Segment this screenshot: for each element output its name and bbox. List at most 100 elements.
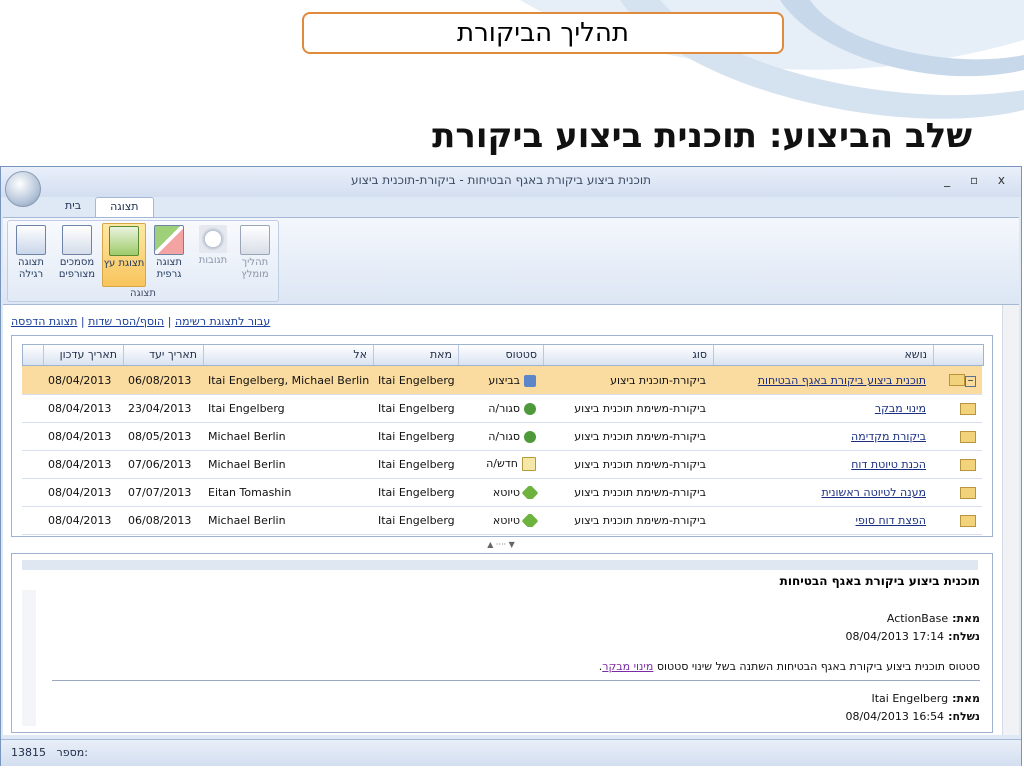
header-subject[interactable]: נושא — [713, 345, 933, 365]
normal-view-button[interactable]: תצוגה רגילה — [10, 223, 52, 285]
view-links: עבור לתצוגת רשימה | הוסף/הסר שדות | תצוג… — [11, 315, 271, 328]
slide-heading: שלב הביצוע: תוכנית ביצוע ביקורת — [432, 116, 972, 156]
row-type: ביקורת-משימת תוכנית ביצוע — [574, 513, 706, 527]
table-row[interactable]: ביקורת מקדימה ביקורת-משימת תוכנית ביצוע … — [22, 422, 982, 451]
preview-title: תוכנית ביצוע ביקורת באגף הבטיחות — [779, 574, 980, 588]
table-row[interactable]: הפצת דוח סופי ביקורת-משימת תוכנית ביצוע … — [22, 506, 982, 535]
table-row[interactable]: הכנת טיוטת דוח ביקורת-משימת תוכנית ביצוע… — [22, 450, 982, 479]
window-title: תוכנית ביצוע ביקורת באגף הבטיחות - ביקור… — [350, 173, 652, 187]
task-envelope-icon — [960, 486, 976, 499]
header-from[interactable]: מאת — [373, 345, 458, 365]
grid-header: נושא סוג סטטוס מאת אל תאריך יעד תאריך עד… — [22, 344, 984, 366]
row-type: ביקורת-משימת תוכנית ביצוע — [574, 457, 706, 471]
process-icon — [240, 225, 270, 255]
app-window: תוכנית ביצוע ביקורת באגף הבטיחות - ביקור… — [0, 166, 1022, 766]
ribbon-group-label: תצוגה — [130, 288, 156, 299]
row-type: ביקורת-משימת תוכנית ביצוע — [574, 485, 706, 499]
row-status: סגור/ה — [457, 402, 542, 415]
header-to[interactable]: אל — [203, 345, 373, 365]
window-controls[interactable]: _ ▫ x — [944, 173, 1013, 187]
draft-pencil-icon — [521, 485, 539, 499]
graph-view-button[interactable]: תצוגה גרפית — [148, 223, 190, 285]
list-view-icon — [16, 225, 46, 255]
row-subject[interactable]: הפצת דוח סופי — [856, 514, 926, 527]
row-status: בביצוע — [457, 374, 542, 387]
task-envelope-icon — [960, 402, 976, 415]
recommended-process-button[interactable]: תהליך מומלץ — [234, 223, 276, 285]
row-due: 07/07/2013 — [128, 485, 192, 499]
title-bar: תוכנית ביצוע ביקורת באגף הבטיחות - ביקור… — [1, 167, 1021, 197]
row-subject[interactable]: מינוי מבקר — [875, 402, 926, 415]
main-scrollbar[interactable] — [1002, 305, 1019, 735]
divider — [52, 680, 980, 681]
status-bar: 13815 מספר: — [1, 739, 1021, 766]
ribbon-tabs: בית תצוגה — [51, 197, 154, 217]
thumbs-up-icon — [524, 374, 536, 387]
row-from: Itai Engelberg — [378, 401, 455, 415]
responses-icon — [199, 225, 227, 253]
collapse-icon[interactable]: − — [965, 376, 976, 387]
row-due: 06/08/2013 — [128, 513, 192, 527]
row-updated: 08/04/2013 — [48, 429, 112, 443]
preview-header-bar — [22, 560, 978, 570]
preview-pane: תוכנית ביצוע ביקורת באגף הבטיחות מאת:Act… — [11, 553, 993, 733]
table-row[interactable]: מענה לטיוטה ראשונית ביקורת-משימת תוכנית … — [22, 478, 982, 507]
ribbon: תצוגה רגילה מסמכים מצורפים תצוגת עץ תצוג… — [3, 217, 1019, 305]
row-from: Itai Engelberg — [378, 373, 455, 387]
closed-icon — [524, 430, 536, 443]
row-from: Itai Engelberg — [378, 429, 455, 443]
row-subject[interactable]: הכנת טיוטת דוח — [851, 458, 926, 471]
task-envelope-icon — [960, 458, 976, 471]
row-due: 08/05/2013 — [128, 429, 192, 443]
row-status: חדש/ה — [457, 457, 542, 471]
pane-splitter[interactable]: ▲ ···· ▼ — [11, 541, 991, 549]
add-remove-fields-link[interactable]: הוסף/הסר שדות — [88, 315, 164, 328]
table-row[interactable]: − תוכנית ביצוע ביקורת באגף הבטיחות ביקור… — [22, 366, 982, 395]
row-updated: 08/04/2013 — [48, 513, 112, 527]
tree-view-button[interactable]: תצוגת עץ — [102, 223, 146, 287]
row-updated: 08/04/2013 — [48, 373, 112, 387]
row-to: Itai Engelberg — [208, 401, 285, 415]
attached-documents-button[interactable]: מסמכים מצורפים — [56, 223, 98, 285]
row-subject[interactable]: ביקורת מקדימה — [851, 430, 926, 443]
table-row[interactable]: מינוי מבקר ביקורת-משימת תוכנית ביצוע סגו… — [22, 394, 982, 423]
message-link[interactable]: מינוי מבקר — [602, 660, 653, 673]
row-type: ביקורת-משימת תוכנית ביצוע — [574, 429, 706, 443]
plan-icon — [949, 374, 965, 386]
record-number: 13815 מספר: — [11, 746, 88, 759]
tab-view[interactable]: תצוגה — [95, 197, 154, 217]
row-subject[interactable]: מענה לטיוטה ראשונית — [821, 486, 926, 499]
preview-scrollbar[interactable] — [22, 590, 36, 726]
tab-home[interactable]: בית — [51, 197, 95, 217]
tasks-grid: נושא סוג סטטוס מאת אל תאריך יעד תאריך עד… — [11, 335, 993, 537]
entry1-sent: נשלח:17:14 08/04/2013 — [845, 630, 980, 643]
entry2-sent: נשלח:16:54 08/04/2013 — [845, 710, 980, 723]
row-type: ביקורת-תוכנית ביצוע — [610, 373, 706, 387]
row-due: 07/06/2013 — [128, 457, 192, 471]
header-updated-date[interactable]: תאריך עדכון — [43, 345, 123, 365]
row-to: Michael Berlin — [208, 513, 286, 527]
row-from: Itai Engelberg — [378, 513, 455, 527]
tree-view-icon — [109, 226, 139, 256]
row-updated: 08/04/2013 — [48, 485, 112, 499]
row-status: טיוטא — [457, 513, 542, 527]
app-menu-orb-icon[interactable] — [5, 171, 41, 207]
row-to: Michael Berlin — [208, 457, 286, 471]
row-updated: 08/04/2013 — [48, 457, 112, 471]
row-subject[interactable]: תוכנית ביצוע ביקורת באגף הבטיחות — [758, 374, 926, 387]
documents-icon — [62, 225, 92, 255]
header-status[interactable]: סטטוס — [458, 345, 543, 365]
row-to: Michael Berlin — [208, 429, 286, 443]
responses-button[interactable]: תגובות — [192, 223, 234, 285]
row-from: Itai Engelberg — [378, 485, 455, 499]
slide-title: תהליך הביקורת — [302, 12, 784, 54]
list-view-link[interactable]: עבור לתצוגת רשימה — [175, 315, 270, 328]
header-due-date[interactable]: תאריך יעד — [123, 345, 203, 365]
row-status: טיוטא — [457, 485, 542, 499]
header-type[interactable]: סוג — [543, 345, 713, 365]
row-type: ביקורת-משימת תוכנית ביצוע — [574, 401, 706, 415]
draft-pencil-icon — [521, 513, 539, 527]
ribbon-group-view: תצוגה רגילה מסמכים מצורפים תצוגת עץ תצוג… — [7, 220, 279, 302]
row-status: סגור/ה — [457, 430, 542, 443]
print-view-link[interactable]: תצוגת הדפסה — [11, 315, 77, 328]
